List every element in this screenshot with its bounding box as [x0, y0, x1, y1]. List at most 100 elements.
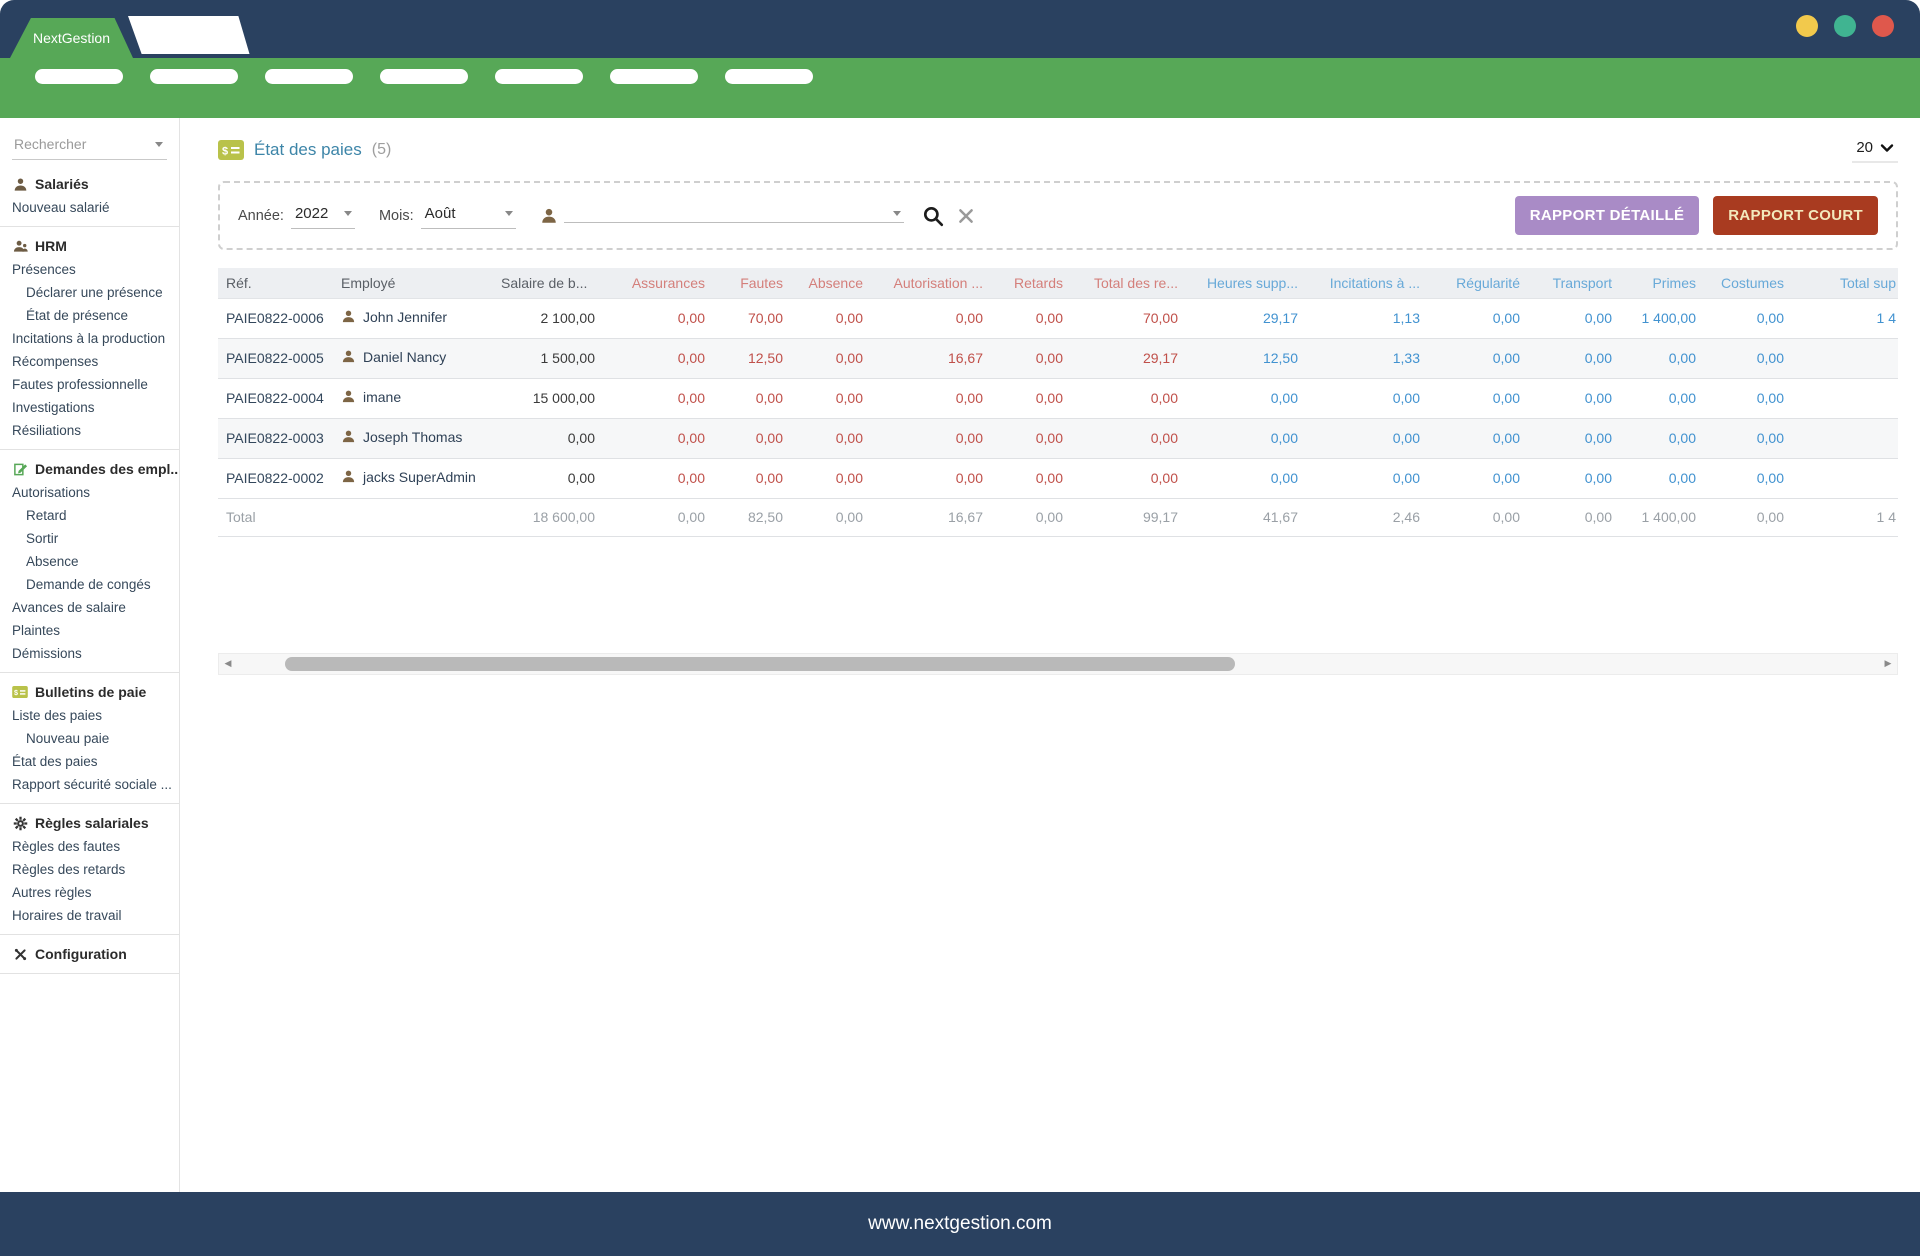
sidebar-item[interactable]: Investigations	[0, 396, 179, 419]
sidebar-section-title[interactable]: Règles salariales	[0, 811, 179, 835]
column-header[interactable]: Employé	[333, 268, 493, 298]
value-cell: 15 000,00	[493, 378, 603, 418]
close-dot[interactable]	[1872, 15, 1894, 37]
value-cell: 0,00	[1704, 418, 1792, 458]
sidebar-item[interactable]: Présences	[0, 258, 179, 281]
scroll-right-arrow[interactable]: ▶	[1879, 658, 1897, 669]
sidebar-section-title[interactable]: Configuration	[0, 942, 179, 966]
value-cell: 0,00	[603, 458, 713, 498]
table-row[interactable]: PAIE0822-0003Joseph Thomas0,000,000,000,…	[218, 418, 1898, 458]
sidebar-item[interactable]: Récompenses	[0, 350, 179, 373]
sidebar-section-title[interactable]: Salariés	[0, 172, 179, 196]
column-header[interactable]: Transport	[1528, 268, 1620, 298]
sidebar-item[interactable]: Rapport sécurité sociale ...	[0, 773, 179, 796]
sidebar-item[interactable]: Autorisations	[0, 481, 179, 504]
sidebar-item[interactable]: État de présence	[0, 304, 179, 327]
nav-pill[interactable]	[495, 69, 583, 84]
total-label: Total	[218, 498, 333, 536]
total-value-cell: 41,67	[1186, 498, 1306, 536]
column-header[interactable]: Primes	[1620, 268, 1704, 298]
month-select[interactable]: Août	[421, 203, 516, 229]
value-cell: 29,17	[1186, 298, 1306, 338]
scrollbar-thumb[interactable]	[285, 657, 1235, 671]
sidebar-item[interactable]: Règles des fautes	[0, 835, 179, 858]
value-cell: 0,00	[1306, 458, 1428, 498]
sidebar-search[interactable]: Rechercher	[12, 132, 167, 160]
clear-icon[interactable]	[957, 207, 975, 225]
sidebar-item[interactable]: Horaires de travail	[0, 904, 179, 927]
column-header[interactable]: Assurances	[603, 268, 713, 298]
total-value-cell: 0,00	[603, 498, 713, 536]
total-value-cell: 18 600,00	[493, 498, 603, 536]
scrollbar-track[interactable]	[237, 654, 1879, 674]
nav-pill[interactable]	[610, 69, 698, 84]
sidebar-item[interactable]: Résiliations	[0, 419, 179, 442]
sidebar-item[interactable]: Liste des paies	[0, 704, 179, 727]
users-icon	[12, 239, 28, 254]
chevron-down-icon	[505, 211, 513, 216]
divider	[0, 934, 179, 935]
column-header[interactable]: Heures supp...	[1186, 268, 1306, 298]
sidebar-item[interactable]: Demande de congés	[0, 573, 179, 596]
sidebar-item[interactable]: État des paies	[0, 750, 179, 773]
column-header[interactable]: Retards	[991, 268, 1071, 298]
page-size-select[interactable]: 20	[1852, 137, 1898, 163]
detailed-report-button[interactable]: RAPPORT DÉTAILLÉ	[1515, 196, 1700, 235]
minimize-dot[interactable]	[1796, 15, 1818, 37]
column-header[interactable]: Total sup	[1792, 268, 1898, 298]
sidebar-section-title[interactable]: Demandes des empl...	[0, 457, 179, 481]
column-header[interactable]: Costumes	[1704, 268, 1792, 298]
sidebar-section-label: Bulletins de paie	[35, 684, 146, 700]
year-select[interactable]: 2022	[291, 203, 355, 229]
person-icon	[341, 429, 356, 447]
column-header[interactable]: Total des re...	[1071, 268, 1186, 298]
person-icon	[341, 389, 356, 407]
column-header[interactable]: Incitations à ...	[1306, 268, 1428, 298]
short-report-button[interactable]: RAPPORT COURT	[1713, 196, 1878, 235]
sidebar-item[interactable]: Nouveau paie	[0, 727, 179, 750]
table-row[interactable]: PAIE0822-0004imane15 000,000,000,000,000…	[218, 378, 1898, 418]
brand-tab[interactable]: NextGestion	[10, 18, 133, 58]
horizontal-scrollbar[interactable]: ◀ ▶	[218, 653, 1898, 675]
sidebar-item[interactable]: Sortir	[0, 527, 179, 550]
value-cell	[1792, 338, 1898, 378]
nav-pill[interactable]	[380, 69, 468, 84]
scroll-left-arrow[interactable]: ◀	[219, 658, 237, 669]
table-row[interactable]: PAIE0822-0006John Jennifer2 100,000,0070…	[218, 298, 1898, 338]
nav-pill[interactable]	[265, 69, 353, 84]
sidebar: Rechercher SalariésNouveau salarié HRMPré…	[0, 118, 180, 1192]
sidebar-item[interactable]: Règles des retards	[0, 858, 179, 881]
sidebar-item[interactable]: Avances de salaire	[0, 596, 179, 619]
search-icon[interactable]	[922, 205, 944, 227]
employee-select[interactable]	[564, 209, 904, 223]
sidebar-section-title[interactable]: HRM	[0, 234, 179, 258]
column-header[interactable]: Régularité	[1428, 268, 1528, 298]
table-row[interactable]: PAIE0822-0002jacks SuperAdmin0,000,000,0…	[218, 458, 1898, 498]
sidebar-item[interactable]: Incitations à la production	[0, 327, 179, 350]
sidebar-item[interactable]: Plaintes	[0, 619, 179, 642]
column-header[interactable]: Absence	[791, 268, 871, 298]
svg-text:$: $	[14, 688, 18, 697]
value-cell: 0,00	[603, 298, 713, 338]
column-header[interactable]: Fautes	[713, 268, 791, 298]
sidebar-item[interactable]: Absence	[0, 550, 179, 573]
sidebar-item[interactable]: Fautes professionnelle	[0, 373, 179, 396]
sidebar-item[interactable]: Autres règles	[0, 881, 179, 904]
column-header[interactable]: Autorisation ...	[871, 268, 991, 298]
table-row[interactable]: PAIE0822-0005Daniel Nancy1 500,000,0012,…	[218, 338, 1898, 378]
maximize-dot[interactable]	[1834, 15, 1856, 37]
sidebar-item[interactable]: Retard	[0, 504, 179, 527]
value-cell: 0,00	[1704, 298, 1792, 338]
nav-pill[interactable]	[725, 69, 813, 84]
column-header[interactable]: Réf.	[218, 268, 333, 298]
sidebar-section-title[interactable]: $ Bulletins de paie	[0, 680, 179, 704]
person-icon	[341, 469, 356, 487]
nav-pill[interactable]	[150, 69, 238, 84]
sidebar-item[interactable]: Nouveau salarié	[0, 196, 179, 219]
sidebar-item[interactable]: Déclarer une présence	[0, 281, 179, 304]
secondary-tab[interactable]	[128, 16, 252, 54]
nav-pill[interactable]	[35, 69, 123, 84]
column-header[interactable]: Salaire de b...	[493, 268, 603, 298]
sidebar-item[interactable]: Démissions	[0, 642, 179, 665]
payroll-icon: $	[12, 686, 28, 698]
